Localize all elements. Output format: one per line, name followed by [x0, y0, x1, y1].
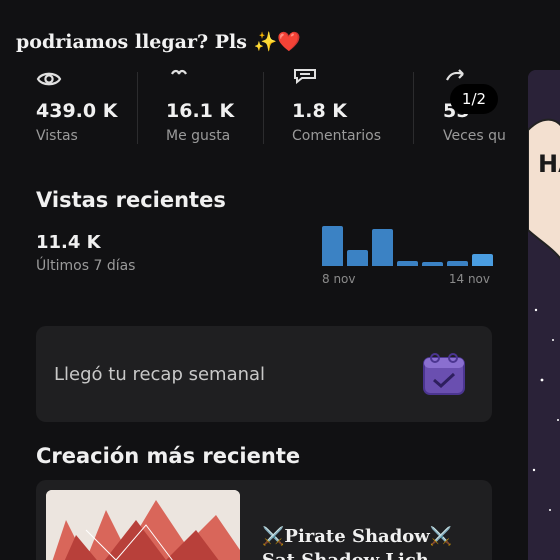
stat-value: 16.1 K: [166, 100, 235, 122]
recent-views-chart[interactable]: 8 nov 14 nov: [320, 224, 493, 288]
stat-label: Veces qu: [443, 128, 506, 144]
next-slide-preview[interactable]: HA: [528, 70, 560, 560]
latest-creation-title: Creación más reciente: [36, 444, 301, 468]
page-indicator: 1/2: [450, 84, 498, 114]
x-axis-start-label: 8 nov: [322, 272, 356, 286]
recap-label: Llegó tu recap semanal: [54, 364, 266, 385]
chart-bar: [472, 254, 493, 266]
calendar-check-icon: [423, 353, 465, 395]
sparkle-emoji: ✨: [253, 31, 278, 53]
recent-views-period: Últimos 7 días: [36, 258, 136, 274]
divider: [413, 72, 414, 144]
weekly-recap-card[interactable]: Llegó tu recap semanal: [36, 326, 492, 422]
video-thumbnail[interactable]: [46, 490, 240, 560]
eye-icon: [36, 72, 62, 86]
latest-creation-card[interactable]: ⚔️Pirate Shadow⚔️ Sat Shadow Lich ...: [36, 480, 492, 560]
heart-emoji: ❤️: [277, 31, 301, 53]
recent-views-title: Vistas recientes: [36, 188, 226, 212]
preview-text: HA: [538, 150, 560, 178]
latest-caption-line1: ⚔️Pirate Shadow⚔️: [262, 526, 453, 547]
thumbnail-art: [46, 490, 240, 560]
chart-bar: [447, 260, 468, 266]
stat-label: Me gusta: [166, 128, 231, 144]
comment-icon: [294, 69, 316, 85]
chart-bar: [347, 250, 368, 266]
stat-value: 439.0 K: [36, 100, 118, 122]
recent-views-value: 11.4 K: [36, 232, 101, 253]
post-caption: podriamos llegar? Pls ✨❤️: [16, 30, 301, 53]
stat-label: Vistas: [36, 128, 78, 144]
caption-text: podriamos llegar? Pls: [16, 31, 247, 53]
x-axis-end-label: 14 nov: [448, 272, 490, 286]
like-icon: [171, 69, 187, 75]
stats-row: 439.0 K Vistas 16.1 K Me gusta 1.8 K Com…: [0, 62, 520, 162]
chart-bar: [397, 260, 418, 266]
stat-label: Comentarios: [292, 128, 382, 144]
stat-value: 1.8 K: [292, 100, 347, 122]
latest-caption-line2: Sat Shadow Lich ...: [262, 550, 454, 560]
chart-bar: [422, 262, 443, 266]
chart-bar: [372, 228, 393, 266]
chart-bar: [322, 226, 343, 266]
starfield-art: [528, 70, 560, 560]
divider: [137, 72, 138, 144]
divider: [263, 72, 264, 144]
